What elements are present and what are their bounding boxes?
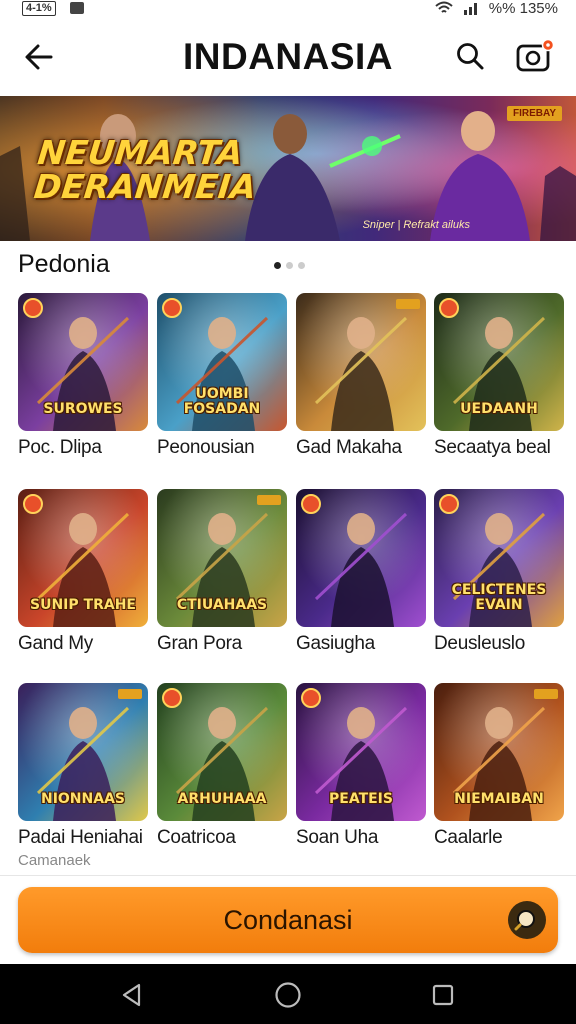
game-card[interactable]: Gad Makaha <box>296 293 426 459</box>
thumbnail-badge <box>23 494 43 514</box>
game-thumbnail: SUROWES <box>18 293 148 431</box>
game-name: Padai Heniahai <box>18 827 143 848</box>
game-name: Soan Uha <box>296 827 379 848</box>
game-name: Poc. Dlipa <box>18 437 102 458</box>
circle-home-icon <box>275 982 301 1008</box>
thumbnail-badge <box>439 298 459 318</box>
game-name: Deusleuslo <box>434 633 525 654</box>
thumbnail-title: CTIUAHAAS <box>176 597 268 613</box>
thumbnail-title: UEDAANH <box>460 401 538 417</box>
game-card[interactable]: UOMBI FOSADAN Peonousian <box>157 293 287 459</box>
thumbnail-badge <box>162 298 182 318</box>
game-thumbnail: CTIUAHAAS <box>157 489 287 627</box>
thumbnail-badge <box>396 299 420 309</box>
thumbnail-badge <box>162 688 182 708</box>
thumbnail-badge <box>301 688 321 708</box>
nav-recents-button[interactable] <box>428 980 458 1010</box>
game-thumbnail: SUNIP TRAHE <box>18 489 148 627</box>
thumbnail-badge <box>439 494 459 514</box>
search-icon <box>508 901 546 939</box>
divider <box>0 875 576 876</box>
thumbnail-badge <box>23 298 43 318</box>
thumbnail-title: NIEMAIBAN <box>454 791 544 807</box>
nav-back-button[interactable] <box>117 980 147 1010</box>
game-thumbnail: NIONNAAS <box>18 683 148 821</box>
game-card[interactable]: SUNIP TRAHE Gand My <box>18 489 148 655</box>
game-card[interactable]: CTIUAHAAS Gran Pora <box>157 489 287 655</box>
system-nav-bar <box>0 964 576 1024</box>
game-name: Caalarle <box>434 827 503 848</box>
thumbnail-badge <box>257 495 281 505</box>
game-card[interactable]: PEATEIS Soan Uha <box>296 683 426 849</box>
game-name: Peonousian <box>157 437 255 458</box>
square-recents-icon <box>432 984 454 1006</box>
game-thumbnail: CELICTENES EVAIN <box>434 489 564 627</box>
thumbnail-title: NIONNAAS <box>40 791 125 807</box>
game-card[interactable]: ARHUHAAA Coatricoa <box>157 683 287 849</box>
thumbnail-title: PEATEIS <box>329 791 393 807</box>
primary-action-label: Condanasi <box>223 905 353 935</box>
thumbnail-badge <box>118 689 142 699</box>
game-name: Gad Makaha <box>296 437 402 458</box>
game-thumbnail <box>296 293 426 431</box>
thumbnail-title: ARHUHAAA <box>177 791 267 807</box>
game-subtitle: Camanaek <box>18 852 91 869</box>
nav-home-button[interactable] <box>273 980 303 1010</box>
game-thumbnail: ARHUHAAA <box>157 683 287 821</box>
game-card[interactable]: CELICTENES EVAIN Deusleuslo <box>434 489 564 655</box>
game-card[interactable]: Gasiugha <box>296 489 426 655</box>
game-card[interactable]: SUROWES Poc. Dlipa <box>18 293 148 459</box>
game-card[interactable]: NIEMAIBAN Caalarle <box>434 683 564 849</box>
game-name: Gran Pora <box>157 633 242 654</box>
game-thumbnail: UEDAANH <box>434 293 564 431</box>
thumbnail-badge <box>534 689 558 699</box>
game-thumbnail: UOMBI FOSADAN <box>157 293 287 431</box>
game-name: Coatricoa <box>157 827 236 848</box>
thumbnail-title: UOMBI FOSADAN <box>183 386 261 417</box>
game-name: Secaatya beal <box>434 437 551 458</box>
thumbnail-title: CELICTENES EVAIN <box>451 582 547 613</box>
game-name: Gand My <box>18 633 93 654</box>
game-card[interactable]: NIONNAAS Padai Heniahai Camanaek <box>18 683 148 869</box>
game-card[interactable]: UEDAANH Secaatya beal <box>434 293 564 459</box>
thumbnail-title: SUNIP TRAHE <box>30 597 136 613</box>
game-thumbnail: NIEMAIBAN <box>434 683 564 821</box>
triangle-back-icon <box>122 983 141 1007</box>
primary-action-button[interactable]: Condanasi <box>18 887 558 953</box>
game-name: Gasiugha <box>296 633 375 654</box>
game-grid: SUROWES Poc. Dlipa UOMBI FOSADAN Peonousian… <box>0 0 576 876</box>
thumbnail-title: SUROWES <box>43 401 123 417</box>
thumbnail-badge <box>301 494 321 514</box>
game-thumbnail: PEATEIS <box>296 683 426 821</box>
game-thumbnail <box>296 489 426 627</box>
